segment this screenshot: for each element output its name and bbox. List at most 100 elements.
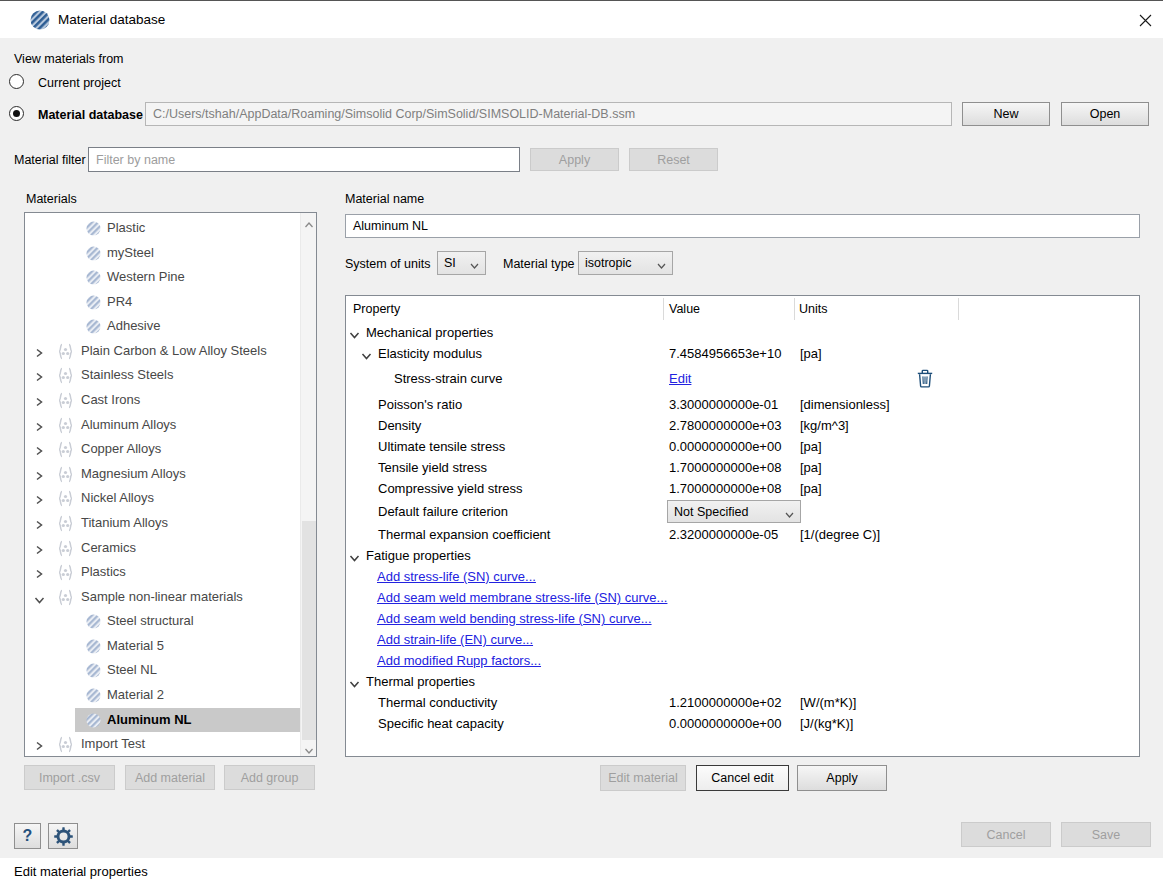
add-curve-link[interactable]: Add seam weld bending stress-life (SN) c… [377, 611, 652, 626]
property-row-add-strain-life-en-curve[interactable]: Add strain-life (EN) curve... [346, 629, 1139, 650]
filter-apply-button[interactable]: Apply [530, 148, 619, 171]
open-button[interactable]: Open [1061, 102, 1149, 126]
chevron-down-icon[interactable] [34, 593, 45, 608]
material-filter-input[interactable]: Filter by name [88, 147, 520, 172]
tree-group-copper-alloys[interactable]: Copper Alloys [25, 437, 300, 462]
col-units: Units [799, 302, 827, 316]
scroll-down-icon[interactable] [304, 743, 314, 758]
help-button[interactable]: ? [14, 823, 41, 849]
material-icon [86, 639, 101, 657]
chevron-right-icon[interactable] [34, 420, 44, 435]
cancel-edit-button[interactable]: Cancel edit [696, 765, 789, 791]
tree-item-aluminum-nl[interactable]: Aluminum NL [25, 708, 300, 733]
save-button[interactable]: Save [1061, 822, 1151, 847]
tree-item-pr4[interactable]: PR4 [25, 290, 300, 315]
add-curve-link[interactable]: Add stress-life (SN) curve... [377, 569, 536, 584]
radio-material-database-label[interactable]: Material database [38, 108, 143, 122]
radio-current-project-label[interactable]: Current project [38, 76, 121, 90]
tree-group-sample-non-linear-materials[interactable]: Sample non-linear materials [25, 585, 300, 610]
tree-item-western-pine[interactable]: Western Pine [25, 265, 300, 290]
materials-label: Materials [26, 192, 77, 206]
property-row-compressive-yield-stress: Compressive yield stress1.7000000000e+08… [346, 478, 1139, 499]
radio-material-database[interactable] [9, 106, 24, 121]
tree-item-plastic[interactable]: Plastic [25, 216, 300, 241]
window-title: Material database [58, 12, 165, 27]
group-icon [56, 515, 75, 535]
scroll-up-icon[interactable] [304, 217, 314, 232]
view-materials-from-label: View materials from [14, 52, 124, 66]
chevron-right-icon[interactable] [34, 493, 44, 508]
settings-button[interactable] [48, 823, 78, 849]
chevron-down-icon[interactable] [349, 677, 360, 692]
add-group-button[interactable]: Add group [224, 765, 315, 790]
material-icon [86, 688, 101, 706]
tree-group-import-test[interactable]: Import Test [25, 732, 300, 757]
col-value: Value [669, 302, 700, 316]
material-icon [86, 319, 101, 337]
group-icon [56, 343, 75, 363]
chevron-right-icon[interactable] [34, 518, 44, 533]
chevron-down-icon[interactable] [349, 328, 360, 343]
edit-curve-link[interactable]: Edit [669, 371, 691, 386]
tree-scroll-thumb[interactable] [302, 521, 316, 740]
property-row-add-seam-weld-membrane-stress-life-sn-curve[interactable]: Add seam weld membrane stress-life (SN) … [346, 587, 1139, 608]
group-icon [56, 589, 75, 609]
tree-group-magnesium-alloys[interactable]: Magnesium Alloys [25, 462, 300, 487]
tree-group-stainless-steels[interactable]: Stainless Steels [25, 363, 300, 388]
tree-group-plastics[interactable]: Plastics [25, 560, 300, 585]
tree-item-material-2[interactable]: Material 2 [25, 683, 300, 708]
status-text: Edit material properties [14, 864, 148, 879]
tree-item-material-5[interactable]: Material 5 [25, 634, 300, 659]
tree-group-cast-irons[interactable]: Cast Irons [25, 388, 300, 413]
tree-item-steel-nl[interactable]: Steel NL [25, 658, 300, 683]
tree-group-nickel-alloys[interactable]: Nickel Alloys [25, 486, 300, 511]
tree-group-ceramics[interactable]: Ceramics [25, 536, 300, 561]
property-row-add-modified-rupp-factors[interactable]: Add modified Rupp factors... [346, 650, 1139, 671]
add-material-button[interactable]: Add material [125, 765, 215, 790]
chevron-right-icon[interactable] [34, 469, 44, 484]
property-row-specific-heat-capacity: Specific heat capacity0.0000000000e+00[J… [346, 713, 1139, 734]
property-row-add-seam-weld-bending-stress-life-sn-curve[interactable]: Add seam weld bending stress-life (SN) c… [346, 608, 1139, 629]
radio-current-project[interactable] [9, 74, 24, 89]
edit-material-button[interactable]: Edit material [600, 765, 686, 791]
group-icon [56, 564, 75, 584]
trash-icon[interactable] [917, 369, 933, 391]
failure-criterion-select[interactable]: Not Specified [667, 500, 801, 523]
chevron-right-icon[interactable] [34, 567, 44, 582]
material-type-select[interactable]: isotropic [578, 251, 673, 275]
cancel-button[interactable]: Cancel [961, 822, 1051, 847]
close-icon[interactable] [1131, 7, 1159, 33]
add-curve-link[interactable]: Add strain-life (EN) curve... [377, 632, 533, 647]
db-path-field: C:/Users/tshah/AppData/Roaming/Simsolid … [145, 102, 952, 126]
filter-reset-button[interactable]: Reset [629, 148, 718, 171]
tree-scrollbar[interactable] [300, 213, 316, 756]
chevron-right-icon[interactable] [34, 444, 44, 459]
property-row-thermal-properties: Thermal properties [346, 671, 1139, 692]
chevron-right-icon[interactable] [34, 543, 44, 558]
property-row-add-stress-life-sn-curve[interactable]: Add stress-life (SN) curve... [346, 566, 1139, 587]
tree-group-aluminum-alloys[interactable]: Aluminum Alloys [25, 413, 300, 438]
material-database-dialog: { "window": {"title": "Material database… [0, 0, 1163, 884]
tree-item-mysteel[interactable]: mySteel [25, 241, 300, 266]
system-of-units-select[interactable]: SI [437, 251, 486, 275]
group-icon [56, 367, 75, 387]
chevron-right-icon[interactable] [34, 346, 44, 361]
tree-item-steel-structural[interactable]: Steel structural [25, 609, 300, 634]
system-of-units-label: System of units [345, 257, 430, 271]
chevron-down-icon[interactable] [361, 349, 372, 364]
chevron-right-icon[interactable] [34, 395, 44, 410]
property-row-tensile-yield-stress: Tensile yield stress1.7000000000e+08[pa] [346, 457, 1139, 478]
add-curve-link[interactable]: Add seam weld membrane stress-life (SN) … [377, 590, 667, 605]
material-name-input[interactable]: Aluminum NL [345, 214, 1140, 238]
chevron-down-icon[interactable] [349, 551, 360, 566]
new-button[interactable]: New [962, 102, 1050, 126]
import-csv-button[interactable]: Import .csv [24, 765, 115, 790]
chevron-right-icon[interactable] [34, 739, 44, 754]
tree-group-plain-carbon-low-alloy-steels[interactable]: Plain Carbon & Low Alloy Steels [25, 339, 300, 364]
chevron-right-icon[interactable] [34, 370, 44, 385]
apply-button[interactable]: Apply [797, 765, 887, 791]
add-curve-link[interactable]: Add modified Rupp factors... [377, 653, 541, 668]
tree-item-adhesive[interactable]: Adhesive [25, 314, 300, 339]
property-row-thermal-expansion-coefficient: Thermal expansion coefficient2.320000000… [346, 524, 1139, 545]
tree-group-titanium-alloys[interactable]: Titanium Alloys [25, 511, 300, 536]
